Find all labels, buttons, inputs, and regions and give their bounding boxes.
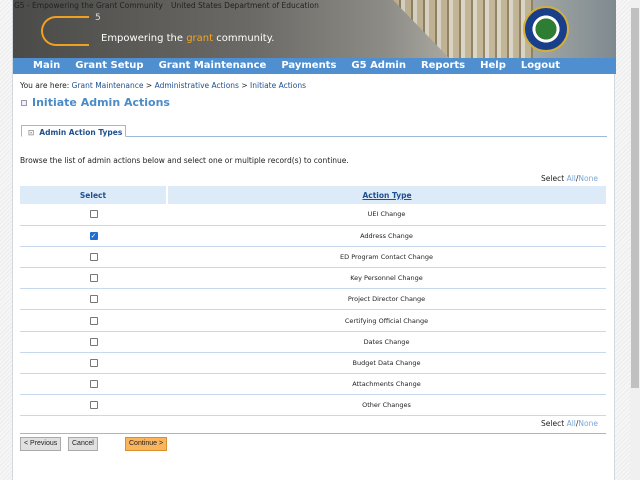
logo-alt-text: G5 - Empowering the Grant Community [14,1,163,10]
select-all-none-top: Select All/None [541,174,598,183]
row-checkbox[interactable]: ✓ [89,231,98,240]
row-checkbox[interactable] [89,295,98,304]
table-row: ✓ Address Change [20,225,606,247]
row-checkbox[interactable] [89,380,98,389]
select-cell [20,288,167,311]
select-cell: ✓ [20,225,167,247]
instructions: Browse the list of admin actions below a… [20,156,349,165]
row-checkbox[interactable] [89,252,98,261]
g5-logo [41,16,89,46]
column-header-select: Select [20,186,168,204]
scrollbar-thumb[interactable] [631,8,639,388]
select-cell [20,267,167,290]
select-all-link[interactable]: All [567,174,576,183]
select-all-none-bottom: Select All/None [541,419,598,428]
page-container: G5 - Empowering the Grant Community Unit… [12,0,616,480]
table-row: Budget Data Change [20,352,606,375]
nav-g5-admin[interactable]: G5 Admin [351,58,406,74]
nav-help[interactable]: Help [480,58,506,74]
table-row: Other Changes [20,394,606,417]
bottom-divider [20,433,606,434]
select-none-link[interactable]: None [578,419,598,428]
breadcrumb-grant-maintenance[interactable]: Grant Maintenance [72,81,144,90]
nav-logout[interactable]: Logout [521,58,560,74]
table-row: UEI Change [20,204,606,226]
column-header-action-type[interactable]: Action Type [167,186,606,204]
breadcrumb: You are here: Grant Maintenance > Admini… [20,81,307,90]
action-type-cell: Other Changes [167,394,606,417]
nav-payments[interactable]: Payments [281,58,336,74]
select-cell [20,246,167,269]
collapse-icon[interactable] [21,100,27,106]
row-checkbox[interactable] [89,274,98,283]
select-cell [20,352,167,375]
select-all-link[interactable]: All [567,419,576,428]
row-checkbox[interactable] [89,210,98,219]
table-row: Project Director Change [20,288,606,311]
select-cell [20,309,167,332]
table-row: Key Personnel Change [20,267,606,290]
action-type-cell: Dates Change [167,331,606,353]
row-checkbox[interactable] [89,401,98,410]
row-checkbox[interactable] [89,337,98,346]
table-row: Attachments Change [20,373,606,396]
g5-logo-sup: 5 [95,13,101,23]
nav-main[interactable]: Main [33,58,60,74]
table-row: Certifying Official Change [20,309,606,332]
nav-grant-setup[interactable]: Grant Setup [75,58,143,74]
select-none-link[interactable]: None [578,174,598,183]
action-types-table: Select Action Type UEI Change ✓ Address Ch… [20,186,606,417]
select-cell [20,394,167,417]
seal-alt-text: United States Department of Education [171,1,319,10]
action-type-cell: Address Change [167,225,606,247]
action-type-cell: ED Program Contact Change [167,246,606,269]
select-cell [20,204,167,226]
table-row: ED Program Contact Change [20,246,606,269]
library-image [393,0,533,58]
row-checkbox[interactable] [89,316,98,325]
select-cell [20,373,167,396]
breadcrumb-administrative-actions[interactable]: Administrative Actions [155,81,239,90]
tagline: Empowering the grant community. [101,33,275,44]
row-checkbox[interactable] [89,358,98,367]
previous-button[interactable]: < Previous [20,437,62,451]
vertical-scrollbar[interactable] [630,0,640,480]
select-cell [20,331,167,353]
action-type-cell: UEI Change [167,204,606,226]
cancel-button[interactable]: Cancel [68,437,98,451]
breadcrumb-initiate-actions: Initiate Actions [250,81,307,90]
action-type-cell: Budget Data Change [167,352,606,375]
tab-admin-action-types[interactable]: ⊡ Admin Action Types [21,125,126,137]
site-header: G5 - Empowering the Grant Community Unit… [13,0,616,58]
action-type-cell: Key Personnel Change [167,267,606,290]
page-title: Initiate Admin Actions [21,96,170,109]
continue-button[interactable]: Continue > [125,437,168,451]
main-nav: Main Grant Setup Grant Maintenance Payme… [13,58,616,74]
nav-reports[interactable]: Reports [421,58,465,74]
action-type-cell: Certifying Official Change [167,309,606,332]
department-seal [523,6,569,52]
action-type-cell: Project Director Change [167,288,606,311]
table-row: Dates Change [20,331,606,353]
action-type-cell: Attachments Change [167,373,606,396]
nav-grant-maintenance[interactable]: Grant Maintenance [159,58,267,74]
tab-icon: ⊡ [28,128,35,137]
